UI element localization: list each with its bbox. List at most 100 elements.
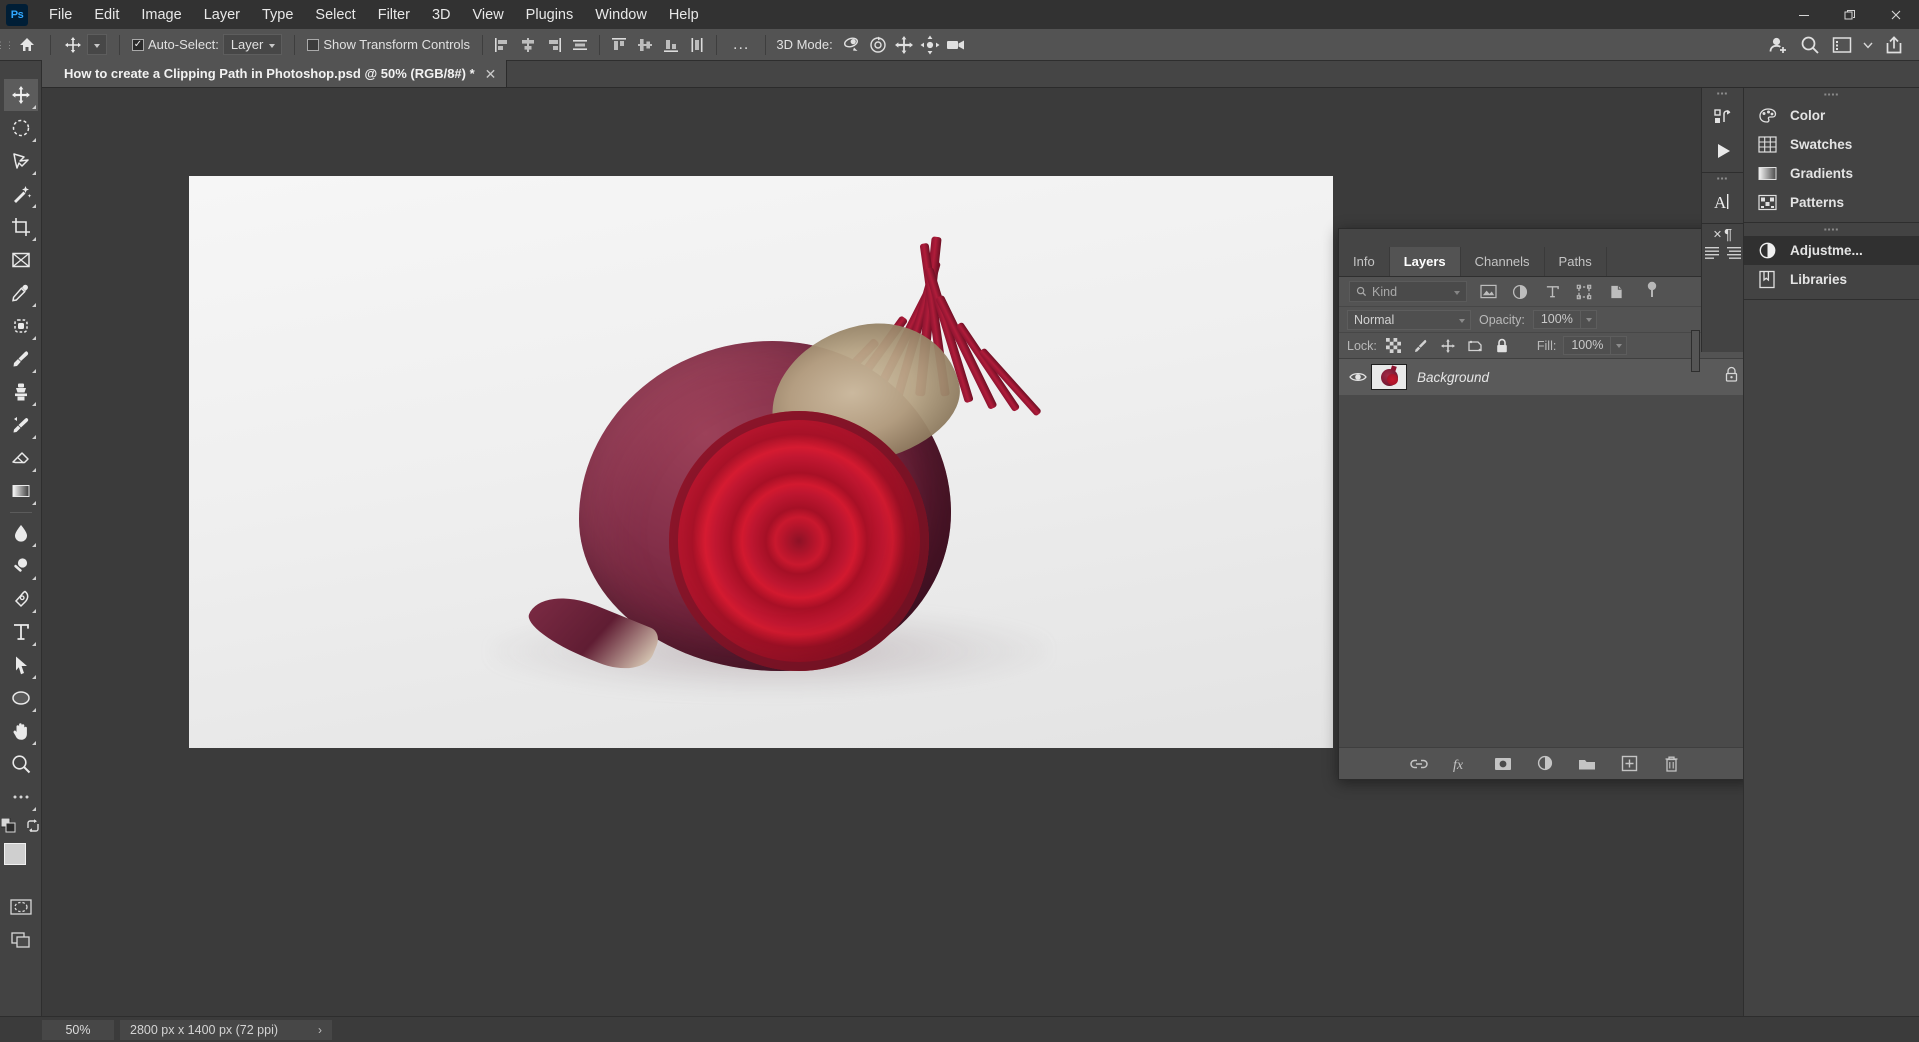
- layer-row-background[interactable]: Background: [1339, 359, 1751, 395]
- default-colors-icon[interactable]: [0, 817, 17, 839]
- blend-mode-dropdown[interactable]: Normal: [1347, 309, 1471, 330]
- align-bottom-edges-button[interactable]: [658, 32, 684, 58]
- restore-button[interactable]: [1827, 0, 1873, 29]
- gradient-tool[interactable]: [4, 475, 38, 507]
- type-tool[interactable]: [4, 616, 38, 648]
- menu-plugins[interactable]: Plugins: [515, 3, 585, 27]
- pen-tool[interactable]: [4, 583, 38, 615]
- adjustment-filter-icon[interactable]: [1509, 281, 1531, 303]
- options-bar-grip[interactable]: ⋮⋮: [0, 29, 14, 61]
- lock-artboard-icon[interactable]: [1465, 336, 1485, 356]
- orbit-3d-button[interactable]: [839, 32, 865, 58]
- smart-object-filter-icon[interactable]: [1605, 281, 1627, 303]
- slide-3d-button[interactable]: [917, 32, 943, 58]
- quick-mask-button[interactable]: [4, 891, 38, 923]
- filter-kind-dropdown[interactable]: Kind: [1349, 281, 1467, 302]
- panel-item-adjustments[interactable]: Adjustme...: [1744, 236, 1919, 265]
- layer-style-button[interactable]: fx: [1449, 752, 1473, 776]
- crop-tool[interactable]: [4, 211, 38, 243]
- status-expand-arrow[interactable]: ›: [318, 1020, 322, 1040]
- lock-transparent-pixels-icon[interactable]: [1384, 336, 1404, 356]
- edit-toolbar-button[interactable]: [4, 781, 38, 813]
- new-group-button[interactable]: [1575, 752, 1599, 776]
- menu-edit[interactable]: Edit: [83, 3, 130, 27]
- eraser-tool[interactable]: [4, 442, 38, 474]
- auto-select-checkbox[interactable]: ✓: [132, 38, 144, 51]
- layer-lock-icon[interactable]: [1724, 366, 1739, 388]
- opacity-stepper[interactable]: [1580, 310, 1597, 329]
- magic-wand-tool[interactable]: [4, 178, 38, 210]
- frame-tool[interactable]: [4, 244, 38, 276]
- menu-file[interactable]: File: [38, 3, 83, 27]
- link-layers-button[interactable]: [1407, 752, 1431, 776]
- tool-preset-chevron[interactable]: [87, 34, 107, 55]
- image-canvas[interactable]: [189, 176, 1333, 748]
- eye-icon[interactable]: [1345, 370, 1371, 384]
- fill-value[interactable]: 100%: [1563, 336, 1612, 355]
- paragraph-mark-icon[interactable]: ¶: [1724, 226, 1732, 243]
- align-vertical-centers-button[interactable]: [632, 32, 658, 58]
- shape-filter-icon[interactable]: [1573, 281, 1595, 303]
- layer-mask-button[interactable]: [1491, 752, 1515, 776]
- chevron-down-icon[interactable]: [1859, 31, 1877, 59]
- close-icon[interactable]: ✕: [1713, 228, 1722, 241]
- lock-position-icon[interactable]: [1438, 336, 1458, 356]
- path-selection-tool[interactable]: [4, 649, 38, 681]
- menu-view[interactable]: View: [462, 3, 515, 27]
- opacity-value[interactable]: 100%: [1532, 310, 1581, 329]
- tab-info[interactable]: Info: [1339, 247, 1390, 276]
- search-icon[interactable]: [1795, 31, 1825, 59]
- panel-item-swatches[interactable]: Swatches: [1744, 130, 1919, 159]
- actions-play-icon[interactable]: [1706, 134, 1740, 168]
- panel-item-patterns[interactable]: Patterns: [1744, 188, 1919, 217]
- layer-name[interactable]: Background: [1417, 370, 1489, 385]
- menu-image[interactable]: Image: [130, 3, 192, 27]
- camera-3d-button[interactable]: [943, 32, 969, 58]
- workspace-icon[interactable]: [1827, 31, 1857, 59]
- current-tool-indicator[interactable]: [57, 34, 113, 55]
- layers-list[interactable]: Background: [1339, 359, 1751, 747]
- document-tab-close-icon[interactable]: ✕: [485, 67, 497, 81]
- minimize-button[interactable]: [1781, 0, 1827, 29]
- roll-3d-button[interactable]: [865, 32, 891, 58]
- distribute-vertically-button[interactable]: [684, 32, 710, 58]
- new-adjustment-layer-button[interactable]: [1533, 752, 1557, 776]
- menu-select[interactable]: Select: [304, 3, 366, 27]
- align-horizontal-centers-button[interactable]: [515, 32, 541, 58]
- show-transform-checkbox[interactable]: [307, 38, 320, 51]
- screen-mode-button[interactable]: [4, 924, 38, 956]
- document-tab[interactable]: How to create a Clipping Path in Photosh…: [42, 60, 508, 87]
- move-tool[interactable]: [3, 79, 38, 111]
- share-export-icon[interactable]: [1879, 31, 1909, 59]
- tab-paths[interactable]: Paths: [1545, 247, 1607, 276]
- foreground-color-swatch[interactable]: [3, 843, 26, 865]
- align-right-edges-button[interactable]: [541, 32, 567, 58]
- pan-3d-button[interactable]: [891, 32, 917, 58]
- layer-thumbnail[interactable]: [1371, 364, 1407, 390]
- document-size-info[interactable]: 2800 px x 1400 px (72 ppi) ›: [120, 1019, 333, 1040]
- share-user-icon[interactable]: [1763, 31, 1793, 59]
- character-icon[interactable]: A: [1706, 185, 1740, 219]
- panel-scrollbar[interactable]: [1691, 330, 1700, 372]
- auto-select-scope-dropdown[interactable]: Layer: [222, 34, 283, 55]
- dodge-tool[interactable]: [4, 550, 38, 582]
- delete-layer-button[interactable]: [1659, 752, 1683, 776]
- filter-toggle-icon[interactable]: [1641, 281, 1663, 303]
- new-layer-button[interactable]: [1617, 752, 1641, 776]
- brush-tool[interactable]: [4, 343, 38, 375]
- paragraph-icon[interactable]: [1704, 245, 1720, 264]
- close-button[interactable]: [1873, 0, 1919, 29]
- align-left-edges-button[interactable]: [489, 32, 515, 58]
- swap-colors-icon[interactable]: [25, 818, 41, 839]
- panel-item-libraries[interactable]: Libraries: [1744, 265, 1919, 294]
- menu-window[interactable]: Window: [584, 3, 658, 27]
- history-brush-tool[interactable]: [4, 409, 38, 441]
- menu-type[interactable]: Type: [251, 3, 304, 27]
- paragraph-styles-icon[interactable]: [1726, 245, 1742, 264]
- menu-layer[interactable]: Layer: [193, 3, 251, 27]
- history-icon[interactable]: [1706, 100, 1740, 134]
- eyedropper-tool[interactable]: [4, 277, 38, 309]
- shape-tool[interactable]: [4, 682, 38, 714]
- menu-help[interactable]: Help: [658, 3, 710, 27]
- layers-panel-titlebar[interactable]: « ✕: [1339, 229, 1751, 247]
